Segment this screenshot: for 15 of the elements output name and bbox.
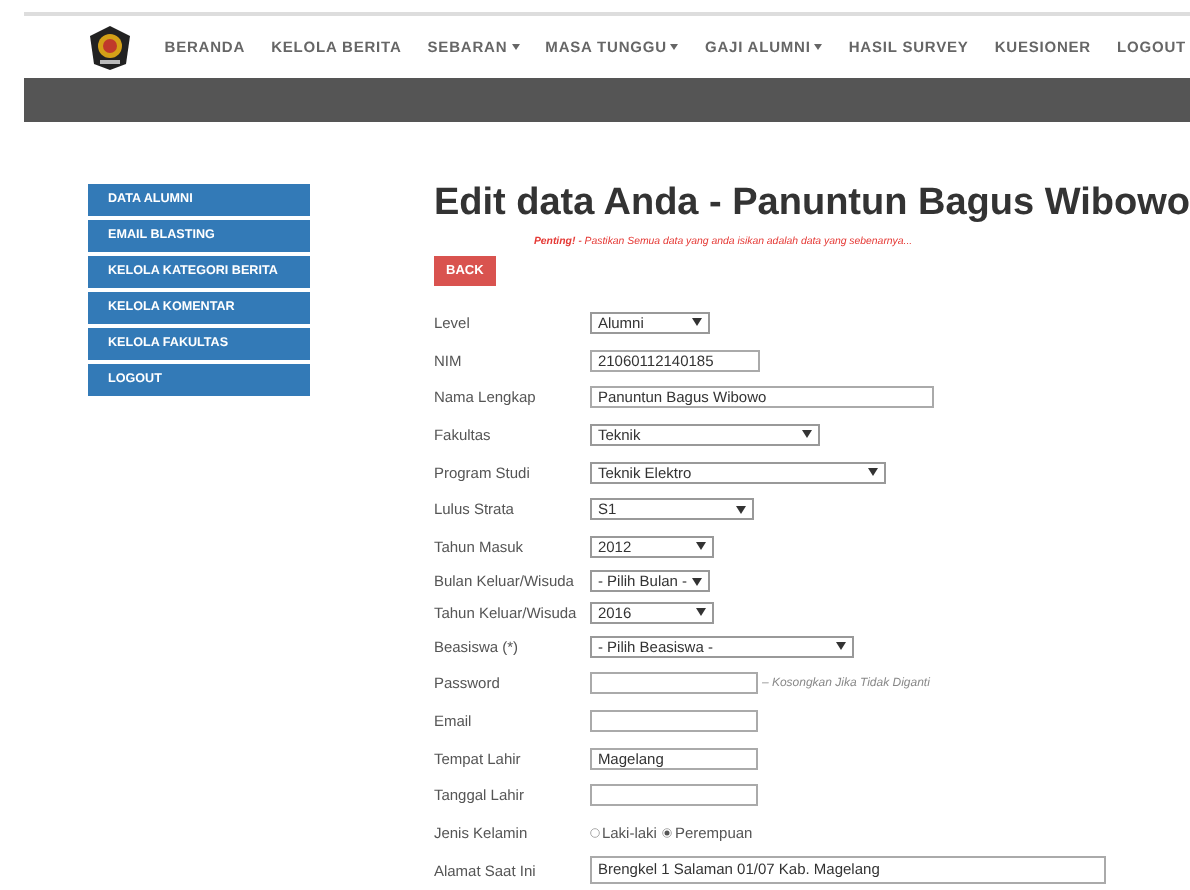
dropdown-arrow-icon bbox=[867, 468, 878, 477]
dropdown-arrow-icon bbox=[801, 430, 812, 439]
input-field[interactable] bbox=[589, 784, 758, 807]
input-field[interactable] bbox=[589, 672, 758, 695]
dropdown-arrow-icon bbox=[695, 542, 706, 551]
logo-icon[interactable] bbox=[86, 23, 134, 71]
radio-button[interactable] bbox=[662, 828, 673, 839]
dropdown-arrow-icon bbox=[735, 505, 746, 514]
radio-button[interactable] bbox=[589, 828, 600, 839]
dropdown-arrow-icon bbox=[695, 608, 706, 617]
input-field[interactable] bbox=[589, 710, 758, 733]
page-title: Edit data Anda - Panuntun Bagus Wibowo bbox=[433, 182, 1190, 226]
dropdown-arrow-icon bbox=[691, 577, 702, 586]
dropdown-arrow-icon bbox=[691, 318, 702, 327]
dropdown-arrow-icon bbox=[835, 642, 846, 651]
